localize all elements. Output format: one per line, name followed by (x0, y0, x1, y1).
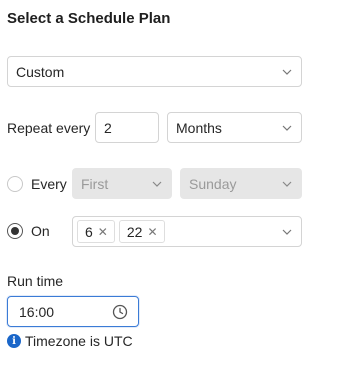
day-tag: 6 ✕ (77, 220, 115, 243)
chevron-down-icon (282, 181, 292, 187)
on-label: On (31, 223, 50, 239)
page-title: Select a Schedule Plan (7, 10, 171, 27)
ordinal-value: First (81, 175, 109, 192)
chevron-down-icon (282, 69, 292, 75)
day-tag-label: 6 (85, 223, 93, 240)
ordinal-select[interactable]: First (72, 168, 172, 199)
repeat-count-value: 2 (104, 119, 112, 136)
repeat-count-input[interactable]: 2 (95, 112, 159, 143)
run-time-label: Run time (7, 273, 64, 289)
schedule-plan-select[interactable]: Custom (7, 56, 302, 87)
chevron-down-icon (282, 229, 292, 235)
day-tag: 22 ✕ (118, 220, 165, 243)
close-icon[interactable]: ✕ (147, 226, 157, 238)
run-time-value: 16:00 (19, 303, 55, 320)
repeat-unit-value: Months (176, 119, 222, 136)
timezone-note: i Timezone is UTC (7, 333, 133, 349)
info-icon: i (7, 334, 21, 348)
on-radio[interactable] (7, 223, 23, 239)
weekday-value: Sunday (189, 175, 237, 192)
chevron-down-icon (152, 181, 162, 187)
repeat-unit-select[interactable]: Months (167, 112, 302, 143)
every-radio[interactable] (7, 176, 23, 192)
weekday-select[interactable]: Sunday (180, 168, 302, 199)
chevron-down-icon (282, 125, 292, 131)
run-time-input[interactable]: 16:00 (7, 296, 139, 327)
days-multiselect[interactable]: 6 ✕ 22 ✕ (72, 216, 302, 247)
day-tag-label: 22 (126, 223, 143, 240)
every-label: Every (31, 176, 67, 192)
repeat-every-label: Repeat every (7, 120, 91, 136)
close-icon[interactable]: ✕ (98, 226, 108, 238)
schedule-plan-value: Custom (16, 63, 65, 80)
timezone-text: Timezone is UTC (25, 333, 133, 349)
clock-icon[interactable] (112, 304, 128, 320)
